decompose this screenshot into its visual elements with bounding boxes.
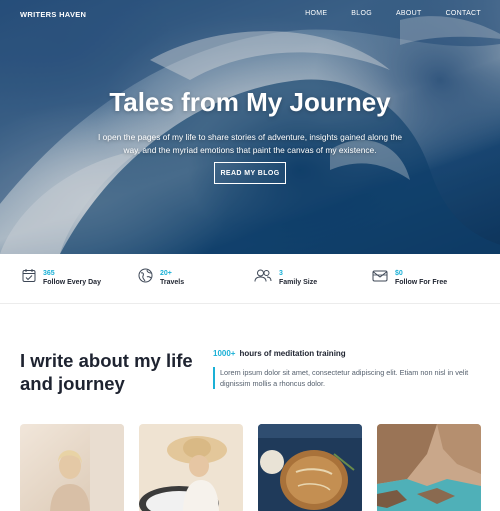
nav-contact[interactable]: CONTACT <box>446 10 481 17</box>
nav-blog[interactable]: BLOG <box>351 10 372 17</box>
hero-section: WRITERS HAVEN HOME BLOG ABOUT CONTACT Ta… <box>0 0 500 254</box>
read-blog-button[interactable]: READ MY BLOG <box>214 162 286 184</box>
metric-number: 1000+ <box>213 349 236 358</box>
site-logo[interactable]: WRITERS HAVEN <box>20 10 86 19</box>
nav-home[interactable]: HOME <box>305 10 327 17</box>
about-heading: I write about my life and journey <box>20 350 193 394</box>
rocky-coast-photo <box>377 424 481 511</box>
nav-about[interactable]: ABOUT <box>396 10 422 17</box>
about-quote: Lorem ipsum dolor sit amet, consectetur … <box>213 367 493 389</box>
hero-subtitle: I open the pages of my life to share sto… <box>97 132 403 155</box>
globe-icon <box>138 268 153 283</box>
woman-meditating-photo <box>20 424 124 511</box>
main-nav: HOME BLOG ABOUT CONTACT <box>281 10 481 17</box>
stat-label: Travels <box>160 279 185 286</box>
woman-in-sun-hat-photo <box>139 424 243 511</box>
about-summary: 1000+ hours of meditation training Lorem … <box>213 349 493 389</box>
envelope-icon <box>372 270 388 282</box>
stat-value: 3 <box>279 270 283 277</box>
bread-loaf-photo <box>258 424 362 511</box>
stat-label: Family Size <box>279 279 318 286</box>
stat-value: 365 <box>43 270 55 277</box>
blog-card-2[interactable] <box>139 424 243 511</box>
stat-value: 20+ <box>160 270 172 277</box>
stats-bar: 365 Follow Every Day 20+ Travels 3 Famil… <box>0 254 500 304</box>
stat-item: 20+ Travels <box>138 268 184 288</box>
blog-card-3[interactable] <box>258 424 362 511</box>
hero-title: Tales from My Journey <box>109 87 391 117</box>
meditation-metric: 1000+ hours of meditation training <box>213 349 493 358</box>
metric-text: hours of meditation training <box>239 349 346 358</box>
stat-value: $0 <box>395 270 403 277</box>
stat-item: 365 Follow Every Day <box>22 268 101 288</box>
stat-item: $0 Follow For Free <box>372 268 447 288</box>
stat-item: 3 Family Size <box>254 268 317 288</box>
stat-label: Follow Every Day <box>43 279 101 286</box>
users-icon <box>254 269 272 282</box>
blog-card-4[interactable] <box>377 424 481 511</box>
blog-card-1[interactable] <box>20 424 124 511</box>
stat-label: Follow For Free <box>395 279 448 286</box>
calendar-icon <box>22 269 36 282</box>
